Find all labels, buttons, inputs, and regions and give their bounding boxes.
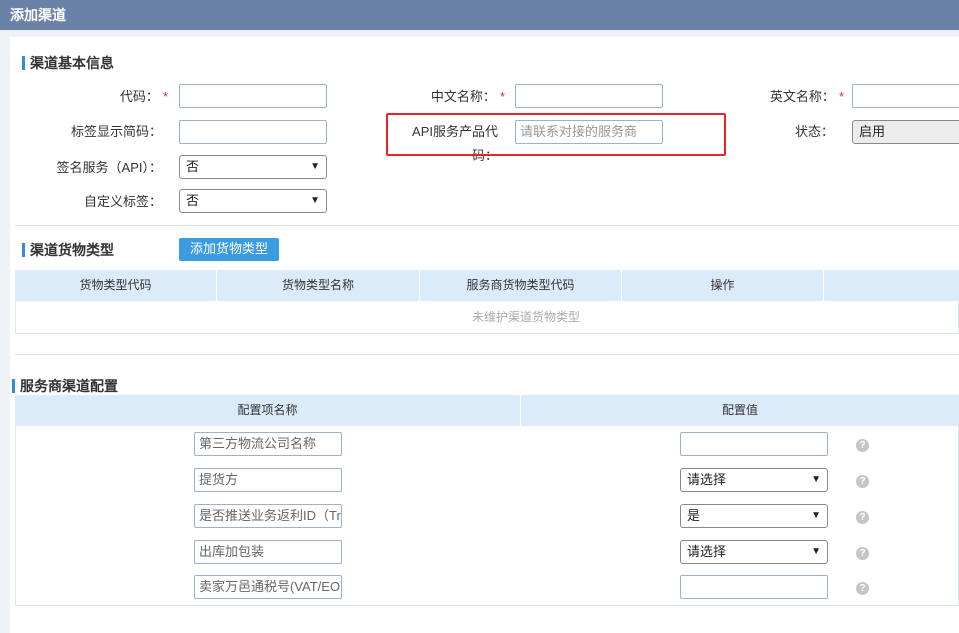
code-input[interactable]	[179, 84, 327, 108]
sign-select[interactable]: 否 ▼	[179, 155, 327, 179]
config-value-select[interactable]: 请选择 ▼	[680, 468, 828, 492]
config-value-input[interactable]	[680, 575, 828, 599]
help-icon[interactable]: ?	[856, 439, 869, 452]
sign-select-value: 否	[186, 159, 200, 174]
help-icon[interactable]: ?	[856, 547, 869, 560]
cargo-col-header: 操作	[622, 270, 824, 301]
section-title-config: 服务商渠道配置	[12, 377, 118, 395]
config-value-select[interactable]: 是 ▼	[680, 504, 828, 528]
cn-name-input[interactable]	[515, 84, 663, 108]
form-panel: 渠道基本信息 代码： * 中文名称： * 英文名称： * 标签显示简码： API服务产…	[10, 37, 959, 633]
required-mark: *	[162, 89, 168, 104]
config-col-name: 配置项名称	[15, 395, 521, 426]
required-mark: *	[838, 89, 844, 104]
en-name-input[interactable]	[852, 84, 959, 108]
config-item-name: 卖家万邑通税号(VAT/EOR	[194, 575, 342, 599]
status-label: 状态：	[794, 124, 834, 139]
divider	[15, 354, 959, 355]
status-select-value: 启用	[859, 124, 886, 139]
config-col-value: 配置值	[721, 403, 758, 417]
section-title-cargo: 渠道货物类型	[22, 241, 114, 259]
divider	[15, 225, 959, 226]
chevron-down-icon: ▼	[811, 546, 821, 557]
cargo-col-header: 货物类型名称	[217, 270, 420, 301]
status-select[interactable]: 启用	[852, 120, 959, 144]
config-item-name: 提货方	[194, 468, 342, 492]
cn-name-label: 中文名称： *	[430, 89, 505, 104]
highlight-box	[386, 113, 726, 156]
custom-label-label: 自定义标签：	[83, 194, 162, 209]
help-icon[interactable]: ?	[856, 511, 869, 524]
chevron-down-icon: ▼	[310, 195, 320, 206]
help-icon[interactable]: ?	[856, 475, 869, 488]
tag-short-input[interactable]	[179, 120, 327, 144]
sign-label: 签名服务（API）：	[56, 160, 162, 175]
cargo-table-header: 货物类型代码 货物类型名称 服务商货物类型代码 操作	[15, 270, 959, 301]
config-item-name: 出库加包装	[194, 540, 342, 564]
en-name-label: 英文名称： *	[769, 89, 844, 104]
config-select-value: 请选择	[687, 544, 727, 559]
config-table-header: 配置项名称 配置值	[15, 395, 959, 426]
config-value-input[interactable]	[680, 432, 828, 456]
custom-label-select-value: 否	[186, 193, 200, 208]
config-item-name: 第三方物流公司名称	[194, 432, 342, 456]
config-select-value: 是	[687, 508, 701, 523]
required-mark: *	[499, 89, 505, 104]
config-value-select[interactable]: 请选择 ▼	[680, 540, 828, 564]
cargo-col-header	[824, 270, 959, 301]
custom-label-select[interactable]: 否 ▼	[179, 189, 327, 213]
cargo-empty-text: 未维护渠道货物类型	[471, 310, 580, 324]
add-cargo-type-button[interactable]: 添加货物类型	[179, 238, 279, 261]
config-select-value: 请选择	[687, 472, 727, 487]
cargo-col-header: 货物类型代码	[15, 270, 217, 301]
chevron-down-icon: ▼	[811, 510, 821, 521]
code-label: 代码： *	[119, 89, 168, 104]
cargo-col-header: 服务商货物类型代码	[420, 270, 622, 301]
tag-short-label: 标签显示简码：	[70, 124, 162, 139]
help-icon[interactable]: ?	[856, 582, 869, 595]
chevron-down-icon: ▼	[811, 474, 821, 485]
section-title-basic: 渠道基本信息	[22, 54, 114, 72]
window-title: 添加渠道	[0, 0, 959, 30]
config-item-name: 是否推送业务返利ID（Trar	[194, 504, 342, 528]
chevron-down-icon: ▼	[310, 161, 320, 172]
